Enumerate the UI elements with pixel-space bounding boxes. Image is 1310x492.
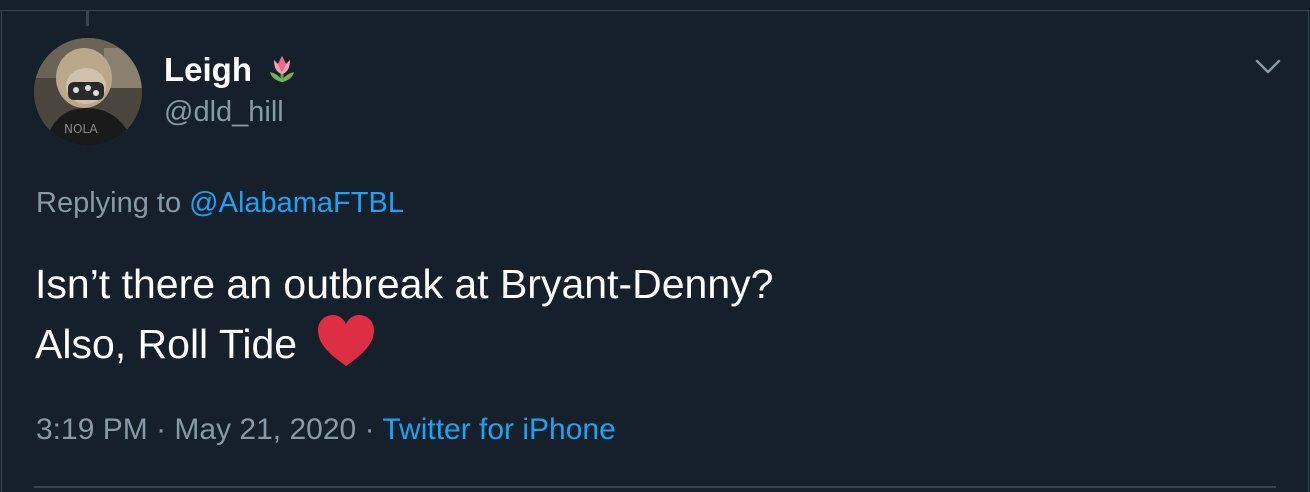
replying-to-mention[interactable]: @AlabamaFTBL (189, 187, 404, 219)
chevron-down-icon[interactable] (1253, 52, 1283, 82)
tweet-date[interactable]: May 21, 2020 (174, 413, 356, 446)
tweet-text-line-2: Also, Roll Tide (35, 314, 773, 374)
svg-text:NOLA: NOLA (64, 122, 98, 136)
avatar-image: NOLA (34, 38, 142, 146)
avatar[interactable]: NOLA (34, 38, 142, 146)
tulip-icon (270, 56, 294, 82)
tweet-time[interactable]: 3:19 PM (36, 413, 148, 446)
tweet-text: Isn’t there an outbreak at Bryant-Denny?… (35, 254, 773, 374)
tweet-source[interactable]: Twitter for iPhone (382, 413, 615, 446)
author-name-text: Leigh (164, 51, 252, 88)
tweet-text-line-2-text: Also, Roll Tide (35, 321, 298, 367)
right-divider (1308, 10, 1309, 492)
left-divider (1, 10, 2, 492)
author-name[interactable]: Leigh (164, 50, 300, 90)
red-heart-icon (318, 315, 375, 366)
author-handle[interactable]: @dld_hill (164, 94, 284, 130)
tweet-meta: 3:19 PM · May 21, 2020 · Twitter for iPh… (36, 410, 616, 450)
replying-to-line: Replying to @AlabamaFTBL (36, 184, 404, 222)
tweet-card: NOLA Leigh @dld_hill Replying to @Alabam… (0, 0, 1310, 492)
tweet-text-line-1: Isn’t there an outbreak at Bryant-Denny? (35, 261, 774, 307)
top-divider (0, 10, 1310, 11)
bottom-divider (34, 486, 1276, 488)
meta-separator-1: · (156, 413, 167, 446)
thread-connector-line (86, 10, 89, 26)
meta-separator-2: · (364, 413, 375, 446)
replying-prefix: Replying to (36, 187, 182, 219)
